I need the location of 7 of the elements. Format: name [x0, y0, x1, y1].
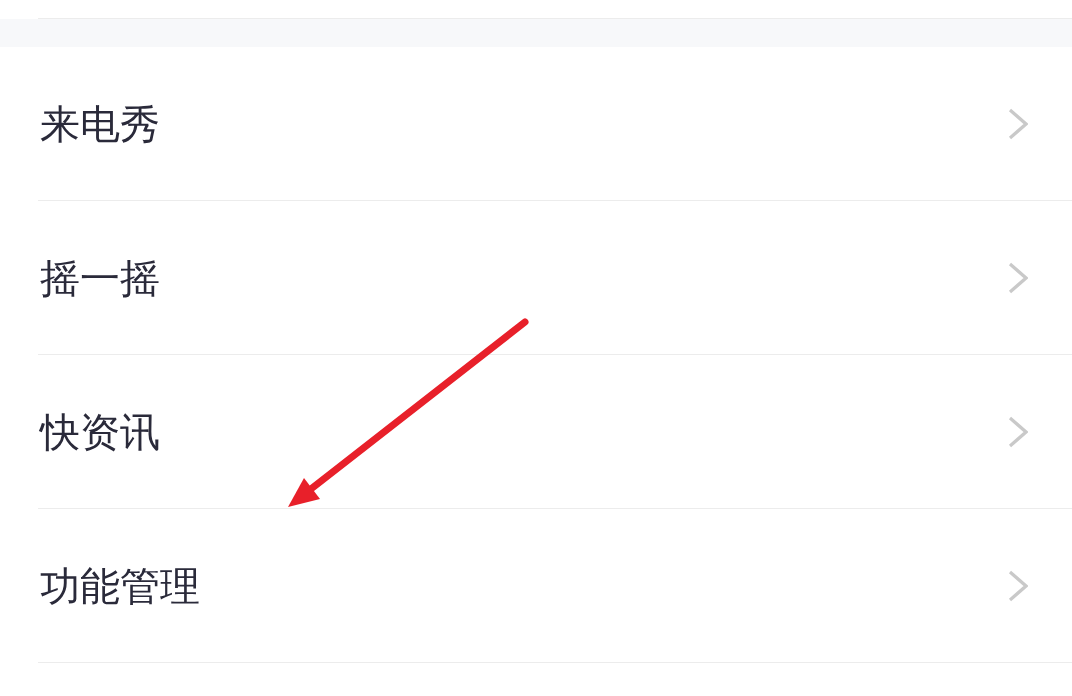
menu-item[interactable]: 功能管理 [38, 509, 1072, 663]
menu-item[interactable]: 摇一摇 [38, 201, 1072, 355]
chevron-right-icon [1008, 569, 1028, 602]
chevron-right-icon [1008, 261, 1028, 294]
chevron-right-icon [1008, 107, 1028, 140]
menu-item[interactable]: 来电秀 [38, 47, 1072, 201]
chevron-right-icon [1008, 415, 1028, 448]
